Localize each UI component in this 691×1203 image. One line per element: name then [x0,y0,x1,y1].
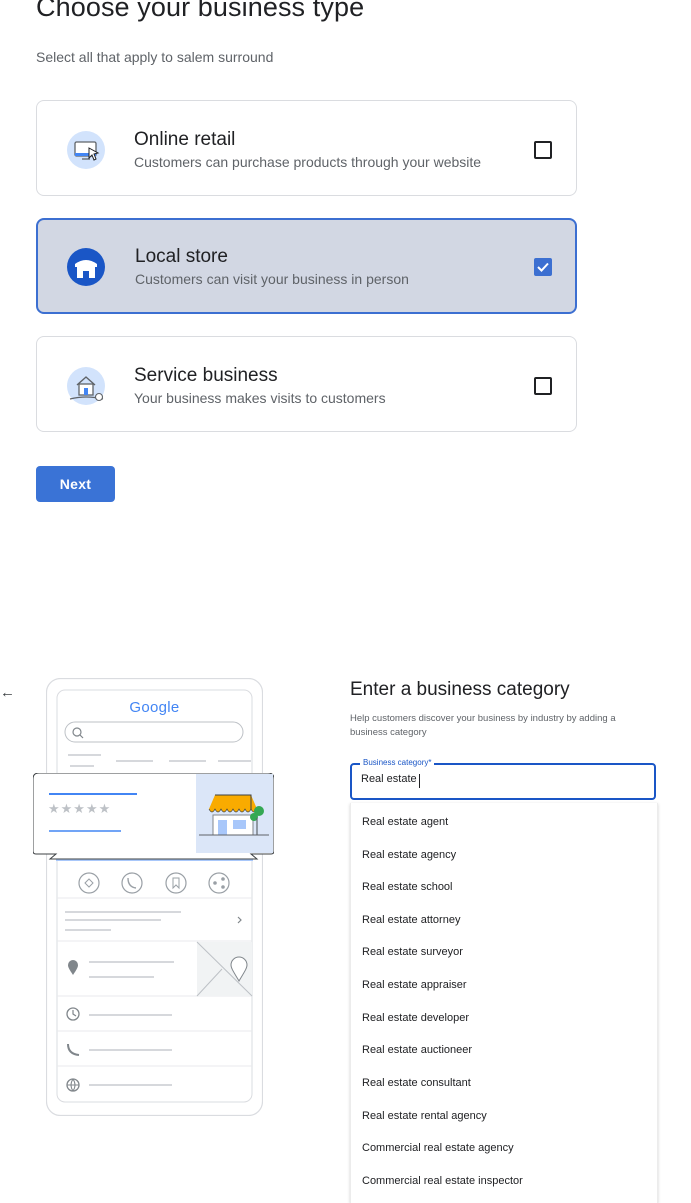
category-option[interactable]: Real estate appraiser [362,979,467,991]
category-option[interactable]: Real estate agency [362,849,456,861]
check-icon [537,262,549,272]
business-type-description: Your business makes visits to customers [134,390,386,406]
category-option[interactable]: Commercial real estate agency [362,1142,514,1154]
storefront-icon [67,248,105,286]
category-option[interactable]: Real estate rental agency [362,1110,487,1122]
online-retail-checkbox[interactable] [534,141,552,159]
business-type-card-local-store[interactable]: Local store Customers can visit your bus… [36,218,577,314]
business-category-field[interactable]: Business category* [350,758,656,800]
business-profile-preview-illustration: Google ★★★★★ [32,677,275,1117]
service-business-checkbox[interactable] [534,377,552,395]
category-suggestions-dropdown: Real estate agent Real estate agency Rea… [350,803,658,1203]
page-subtitle: Select all that apply to salem surround [36,49,274,65]
house-location-icon [67,367,105,405]
category-option[interactable]: Real estate attorney [362,914,460,926]
text-caret [419,774,420,788]
category-option[interactable]: Real estate auctioneer [362,1044,472,1056]
business-type-title: Local store [135,246,228,267]
category-help-text: Help customers discover your business by… [350,713,616,738]
arrow-left-icon[interactable]: ← [0,684,15,701]
computer-cursor-icon [67,131,105,169]
category-option[interactable]: Real estate school [362,881,453,893]
category-option[interactable]: Commercial real estate inspector [362,1175,523,1187]
google-logo: Google [46,699,263,716]
business-type-card-online-retail[interactable]: Online retail Customers can purchase pro… [36,100,577,196]
local-store-checkbox[interactable] [534,258,552,276]
business-type-card-service-business[interactable]: Service business Your business makes vis… [36,336,577,432]
business-type-title: Service business [134,365,278,386]
page-title: Choose your business type [36,0,365,22]
rating-stars: ★★★★★ [48,801,112,816]
business-category-label: Business category* [360,758,435,767]
category-option[interactable]: Real estate developer [362,1012,469,1024]
category-option[interactable]: Real estate surveyor [362,946,463,958]
business-type-description: Customers can purchase products through … [134,154,482,170]
category-option[interactable]: Real estate consultant [362,1077,471,1089]
business-type-description: Customers can visit your business in per… [135,271,409,287]
category-option[interactable]: Real estate agent [362,816,448,828]
google-wordmark: Google [129,699,180,716]
business-type-title: Online retail [134,129,236,150]
business-category-input[interactable] [361,773,621,785]
category-title: Enter a business category [350,679,570,700]
business-listing-card: ★★★★★ [32,772,275,860]
next-button[interactable]: Next [36,466,115,502]
